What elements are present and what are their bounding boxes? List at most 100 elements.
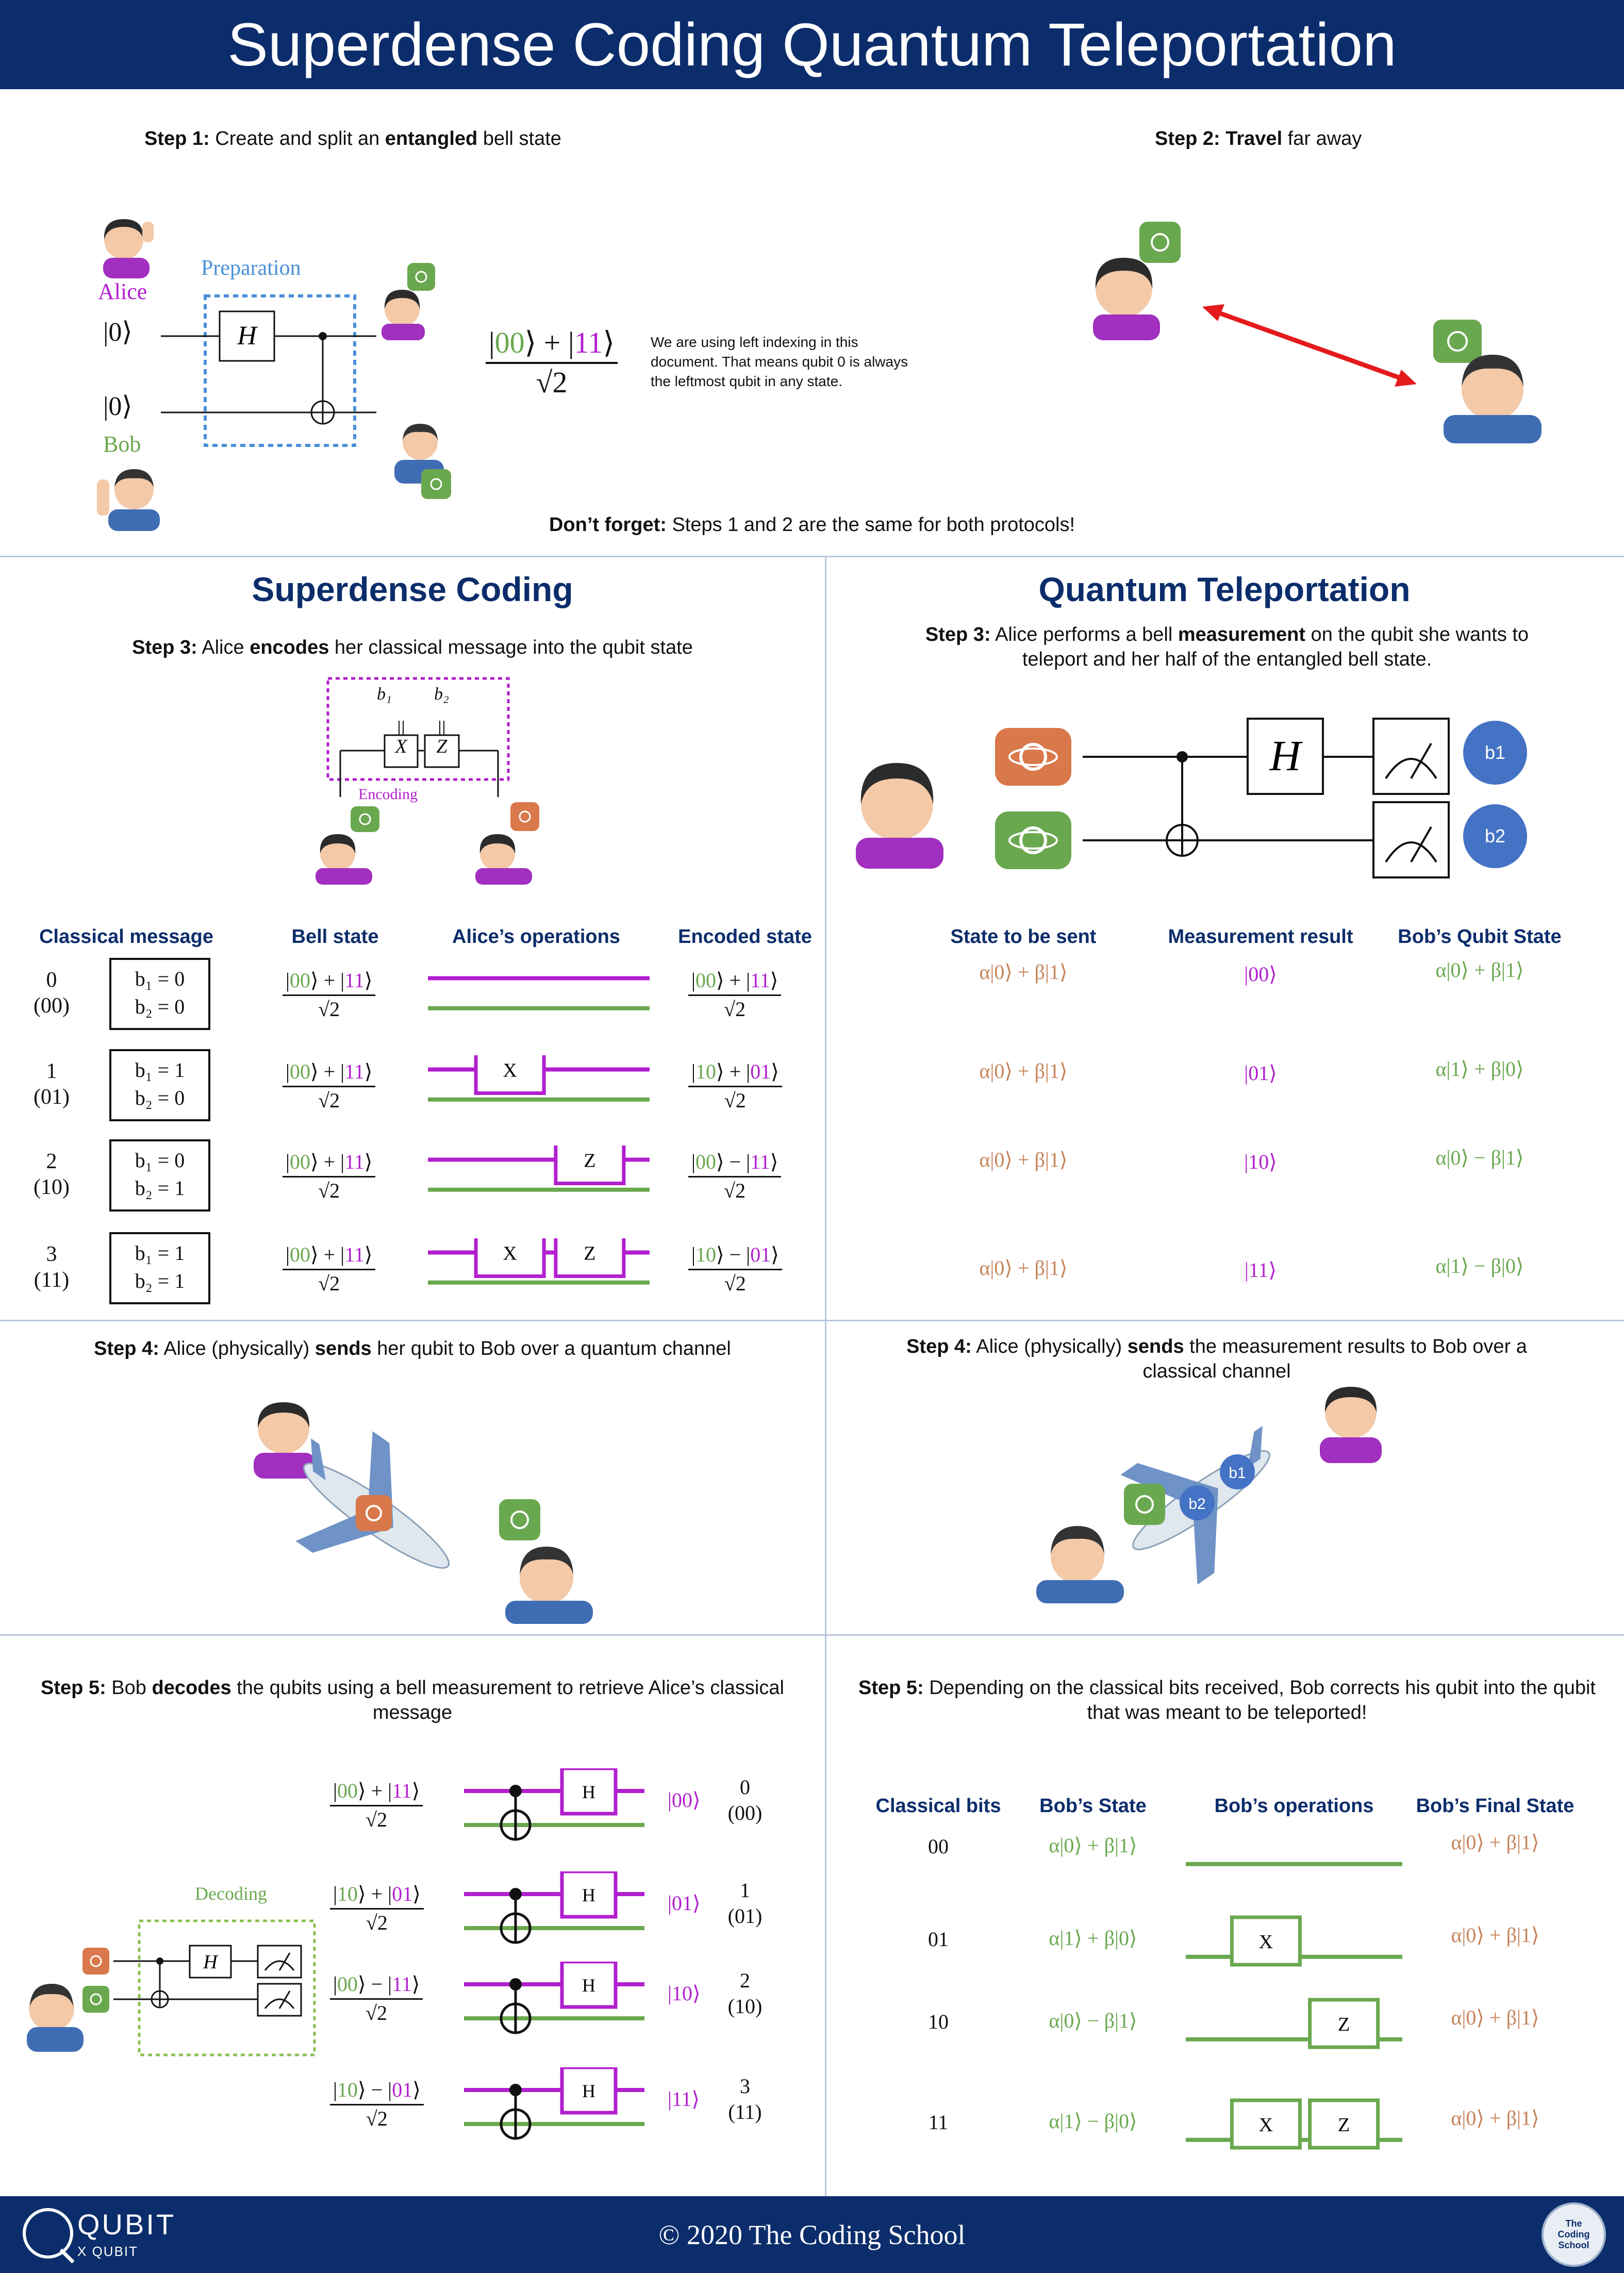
decode-input-state: |10⟩ + |01⟩ √2 (330, 1882, 424, 1935)
bit-line: b₂ = 1 (135, 1176, 185, 1200)
qt-corr-final: α|0⟩ + β|1⟩ (1451, 1923, 1539, 1947)
ket-0-alice: |0⟩ (103, 318, 132, 347)
coding-school-logo: The Coding School (1542, 2202, 1606, 2267)
sdc-message-value: 1 (46, 1059, 57, 1083)
svg-text:H: H (582, 2081, 595, 2101)
qt-corr-operations-wire: Z (1186, 1998, 1402, 2049)
divider-vertical (825, 557, 826, 2196)
sdc-operations-wire: XZ (428, 1238, 650, 1285)
sdc-encoded-state: |10⟩ + |01⟩ √2 (688, 1059, 782, 1113)
step1-text: Step 1: Create and split an entangled be… (144, 128, 561, 150)
qt-airplane-illustration: b1 b2 (1036, 1387, 1382, 1603)
svg-text:b2: b2 (1188, 1496, 1205, 1513)
sdc-title: Superdense Coding (252, 570, 573, 608)
decode-input-state: |00⟩ − |11⟩ √2 (330, 1972, 423, 2025)
bit-line: b₂ = 1 (135, 1269, 185, 1292)
svg-text:b1: b1 (1229, 1465, 1246, 1482)
qt-b1-circle: b1 (1463, 721, 1527, 785)
qt-measurement-result: |10⟩ (1244, 1150, 1277, 1173)
qt-header-bob: Bob’s Qubit State (1398, 926, 1562, 948)
indexing-note: We are using left indexing in this docum… (651, 334, 908, 389)
alice-avatar (93, 217, 160, 281)
qt-measurement-result: |00⟩ (1244, 963, 1277, 986)
qt-bell-measurement-circuit: H (856, 718, 1450, 878)
sdc-bell-state: |00⟩ + |11⟩ √2 (283, 1059, 376, 1113)
sdc-message-value: 2 (46, 1150, 57, 1173)
bob-with-qubit (379, 418, 456, 508)
qt-step3-text: Step 3: Alice performs a bell measuremen… (925, 624, 1529, 670)
decode-message-bits: (00) (727, 1801, 763, 1824)
footer: QUBIT X QUBIT © 2020 The Coding School T… (0, 2196, 1624, 2273)
enc-b2-label: b₂ (434, 685, 449, 704)
sdc-bell-state: |00⟩ + |11⟩ √2 (283, 968, 376, 1021)
sdc-header-bell: Bell state (291, 926, 379, 948)
alice-encoding-avatar-1 (304, 802, 392, 887)
page-title: Superdense Coding Quantum Teleportation (0, 0, 1624, 89)
decode-circuit-row: H (464, 1962, 644, 2034)
svg-text:X: X (503, 1060, 517, 1082)
sdc-operations-wire: X (428, 1055, 650, 1102)
divider-top (0, 556, 1624, 557)
svg-text:Z: Z (584, 1150, 595, 1172)
svg-text:X: X (503, 1243, 517, 1265)
sdc-message-bits: (01) (34, 1085, 70, 1109)
qt-corr-state: α|1⟩ − β|0⟩ (1049, 2110, 1137, 2133)
decode-message-bits: (11) (728, 2100, 762, 2123)
sdc-encoded-state: |10⟩ − |01⟩ √2 (688, 1242, 782, 1296)
decode-message-bits: (10) (727, 1995, 763, 2018)
qt-state-sent: α|0⟩ + β|1⟩ (979, 1148, 1068, 1171)
decode-result: |11⟩ (668, 2087, 700, 2111)
qt-corr-state: α|0⟩ − β|1⟩ (1049, 2009, 1137, 2032)
sdc-step3-text: Step 3: Alice encodes her classical mess… (132, 637, 693, 658)
svg-text:Z: Z (584, 1243, 595, 1265)
qt-corr-header-bits: Classical bits (875, 1795, 1001, 1817)
decoding-circuit: H (27, 1919, 316, 2056)
bit-line: b₂ = 0 (135, 1086, 185, 1109)
sdc-message-bits: (00) (34, 994, 70, 1018)
sdc-operations-wire (428, 976, 650, 1010)
decode-circuit-row: H (464, 1768, 644, 1841)
qt-bob-state: α|1⟩ − β|0⟩ (1435, 1254, 1524, 1277)
step2-text: Step 2: Travel far away (1155, 128, 1362, 150)
encoding-circuit (326, 677, 510, 797)
enc-gate-x: X (395, 736, 407, 757)
sdc-operations-wire: Z (428, 1146, 650, 1192)
sdc-bit-box: b₁ = 1 b₂ = 0 (109, 1049, 210, 1121)
ket-0-bob: |0⟩ (103, 392, 132, 421)
qt-corr-final: α|0⟩ + β|1⟩ (1451, 2006, 1539, 2029)
qt-header-result: Measurement result (1168, 926, 1353, 948)
qt-corr-bits: 01 (928, 1928, 949, 1951)
qt-state-sent: α|0⟩ + β|1⟩ (979, 1059, 1068, 1083)
sdc-bit-box: b₁ = 0 b₂ = 1 (109, 1139, 210, 1212)
divider-mid (0, 1320, 1624, 1321)
sdc-message-value: 0 (46, 968, 57, 992)
sdc-header-encoded: Encoded state (678, 926, 812, 948)
decode-message-value: 2 (740, 1969, 750, 1992)
qt-corr-operations-wire: XZ (1186, 2098, 1402, 2150)
bell-state-formula: |00⟩ + |11⟩ √2 (486, 325, 618, 400)
qt-corr-final: α|0⟩ + β|1⟩ (1451, 1831, 1539, 1854)
sdc-bit-box: b₁ = 0 b₂ = 0 (109, 958, 210, 1030)
sdc-airplane-illustration (254, 1402, 593, 1624)
svg-text:H: H (582, 1975, 595, 1996)
qt-bob-state: α|0⟩ − β|1⟩ (1435, 1146, 1524, 1169)
qt-corr-bits: 00 (928, 1835, 949, 1858)
decode-message-value: 0 (740, 1776, 750, 1799)
qt-state-sent: α|0⟩ + β|1⟩ (979, 960, 1068, 984)
sdc-step5-text: Step 5: Bob decodes the qubits using a b… (41, 1677, 784, 1723)
sdc-bit-box: b₁ = 1 b₂ = 1 (109, 1232, 210, 1304)
alice-with-qubit (376, 263, 443, 343)
sdc-encoded-state: |00⟩ + |11⟩ √2 (688, 968, 782, 1021)
qt-corr-final: α|0⟩ + β|1⟩ (1451, 2106, 1539, 2130)
qt-measurement-result: |01⟩ (1244, 1061, 1277, 1085)
qt-title: Quantum Teleportation (1038, 570, 1411, 608)
qt-corr-header-state: Bob’s State (1039, 1795, 1147, 1817)
decode-circuit-row: H (464, 1871, 644, 1944)
bit-line: b₁ = 0 (135, 1149, 185, 1172)
qt-corr-operations-wire: X (1186, 1915, 1402, 1967)
bit-line: b₁ = 1 (135, 1058, 185, 1082)
preparation-label: Preparation (201, 256, 301, 280)
decode-message-value: 1 (740, 1879, 750, 1902)
qt-corr-header-final: Bob’s Final State (1416, 1795, 1575, 1817)
bit-line: b₂ = 0 (135, 995, 185, 1018)
